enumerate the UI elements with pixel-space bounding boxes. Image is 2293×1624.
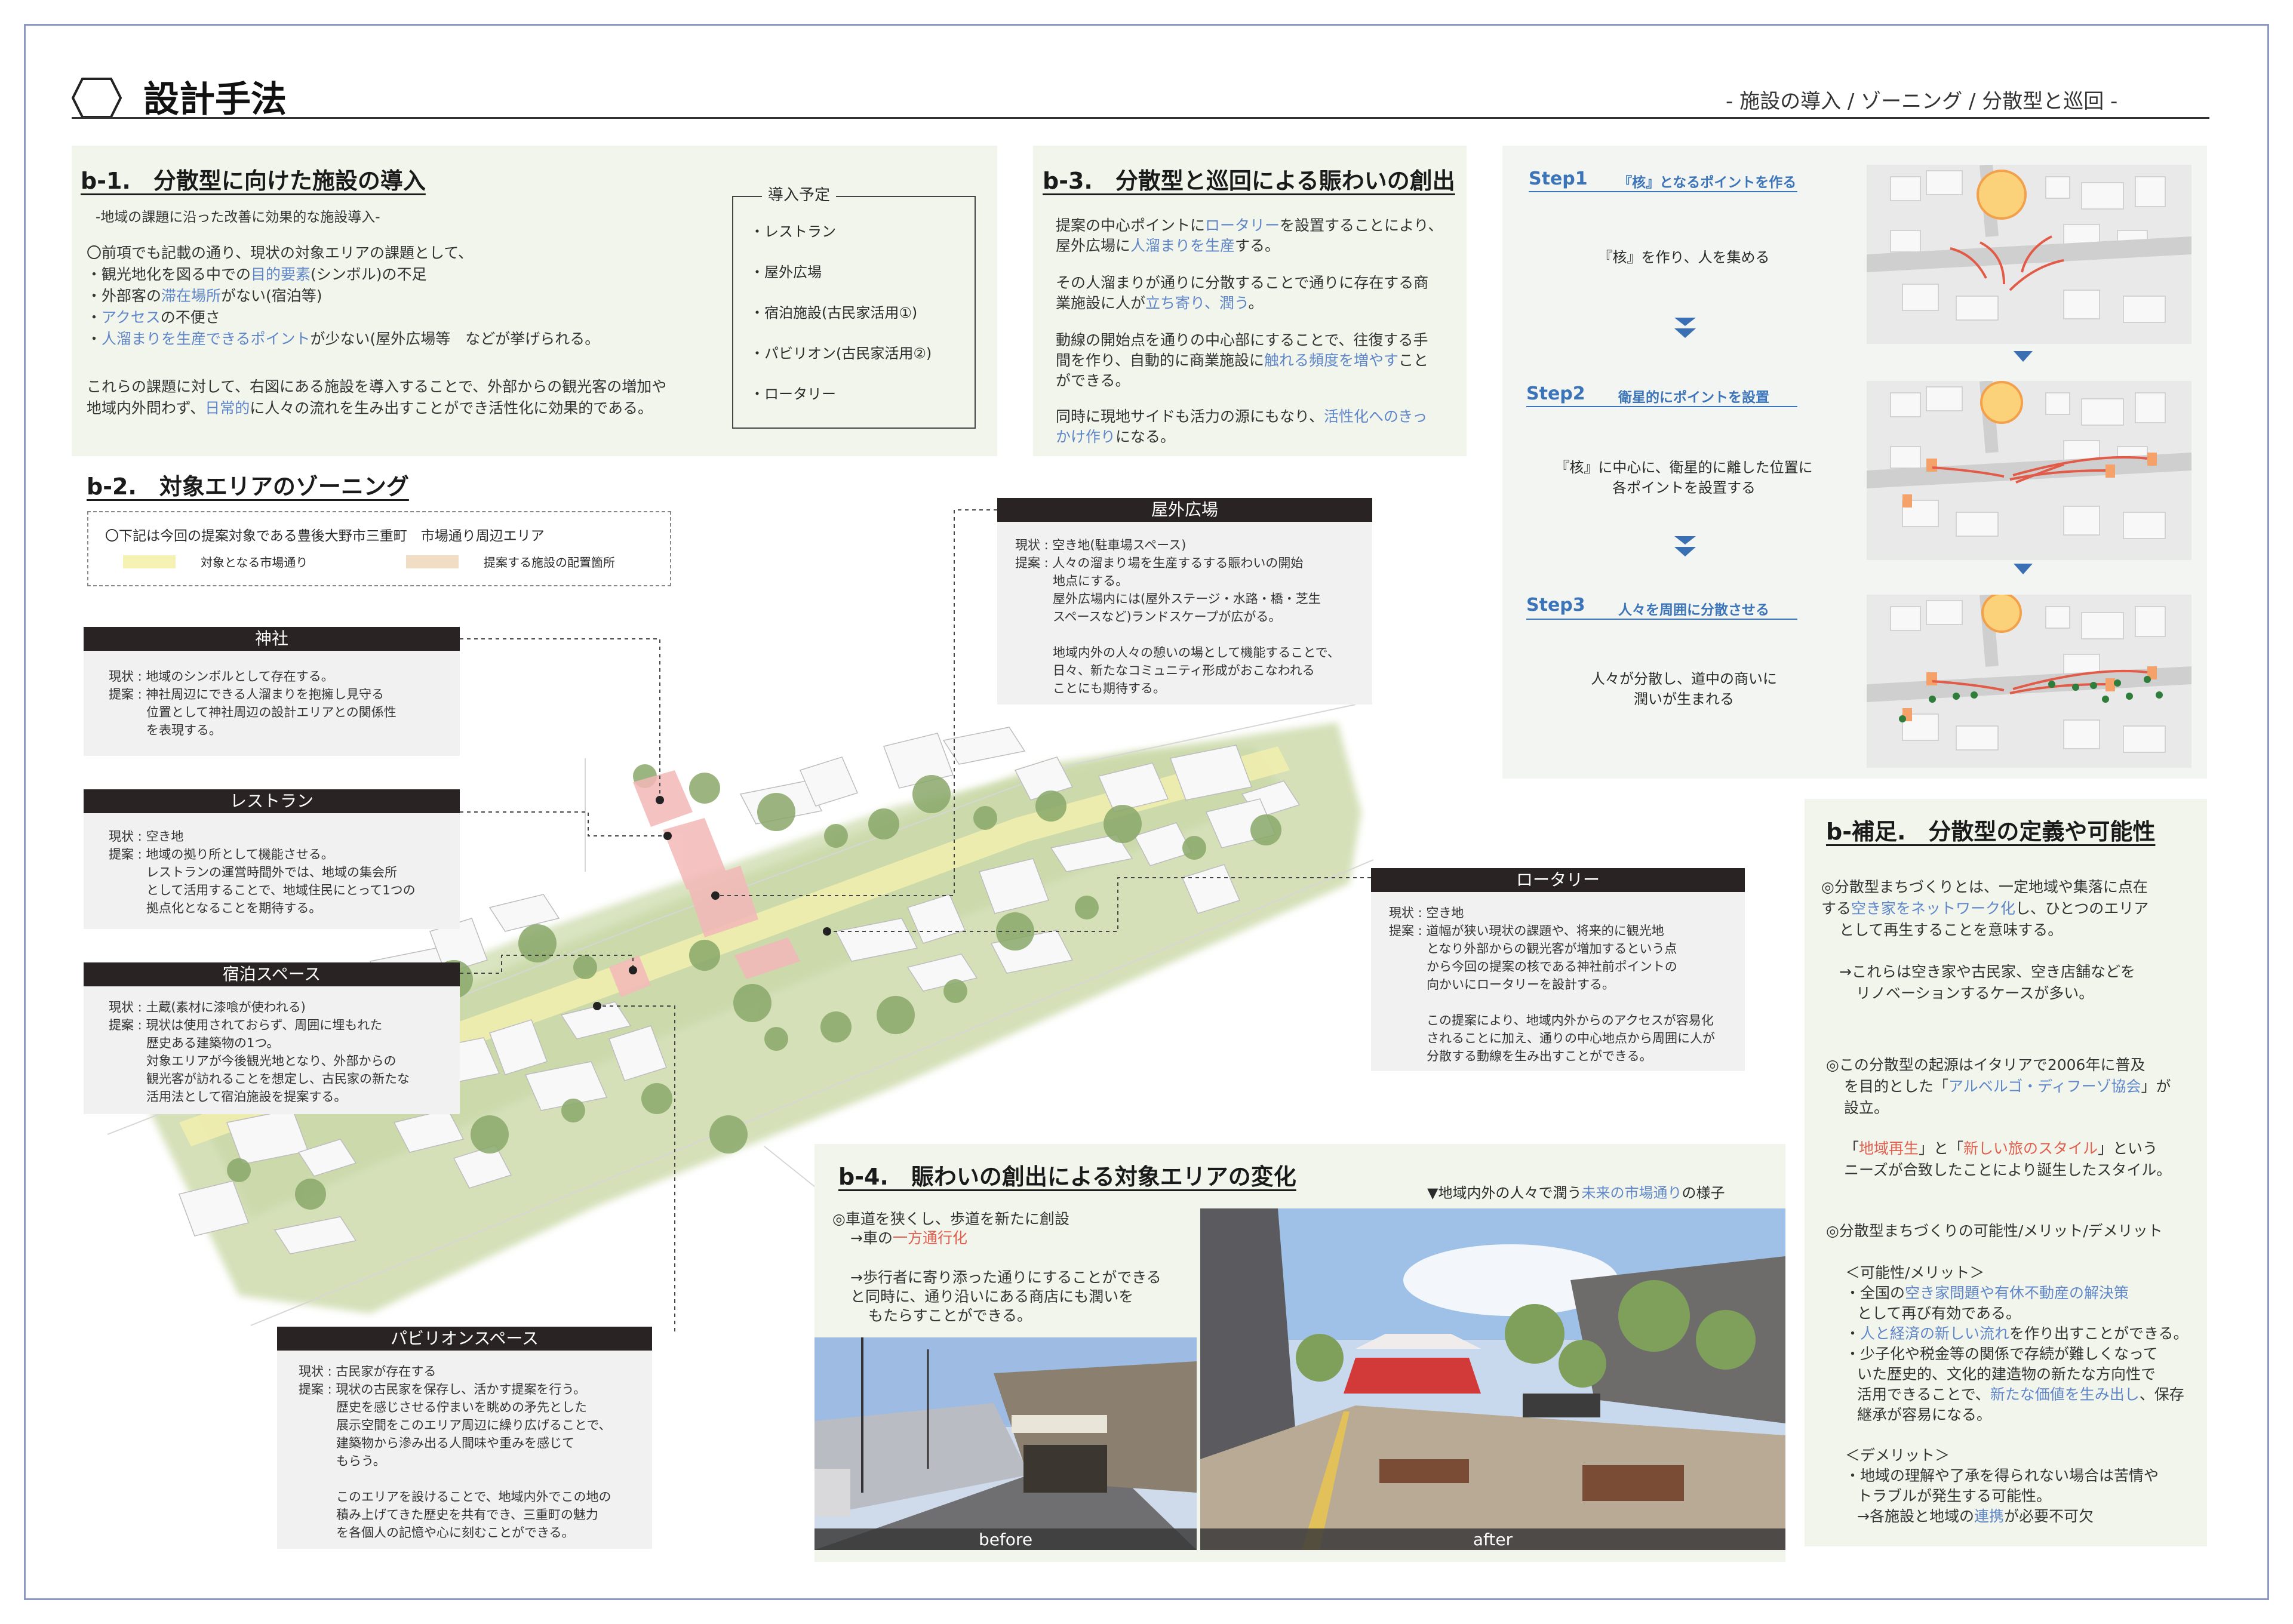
bsup-line10: ニーズが合致したことにより誕生したスタイル。 [1844,1161,2172,1179]
bsup-line1: ◎分散型まちづくりとは、一定地域や集落に点在 [1821,878,2148,896]
bsup-line13: ・全国の空き家問題や有休不動産の解決策 [1845,1284,2129,1302]
b4-line5: もたらすことができる。 [868,1307,1032,1324]
bsup-line18: 活用できることで、新たな価値を生み出し、保存 [1857,1386,2184,1403]
bsup-line23: →各施設と地域の連携が必要不可欠 [1857,1508,2094,1525]
bsup-line17: いた歴史的、文化的建造物の新たな方向性で [1857,1365,2156,1383]
step3-diagram [1867,595,2191,768]
bsup-line9: 「地域再生」と「新しい旅のスタイル」という [1844,1140,2158,1157]
bsup-line2: する空き家をネットワーク化し、ひとつのエリア [1821,900,2149,917]
chevron-down-icon [2014,564,2033,574]
after-label: after [1473,1530,1513,1549]
bsup-heading: b-補足. 分散型の定義や可能性 [1826,819,2156,845]
before-label: before [978,1530,1033,1549]
b4-line1: ◎車道を狭くし、歩道を新たに創設 [832,1210,1069,1228]
bsup-line16: ・少子化や税金等の関係で存続が難しくなって [1845,1345,2158,1362]
bsup-line15: ・人と経済の新しい流れを作り出すことができる。 [1845,1325,2189,1342]
b4-line4: と同時に、通り沿いにある商店にも潤いを [850,1288,1134,1305]
b4-line2: →車の一方通行化 [850,1229,967,1247]
bsup-line5: リノベーションするケースが多い。 [1856,985,2094,1002]
bsup-line8: 設立。 [1844,1099,1889,1116]
b4-heading: b-4. 賑わいの創出による対象エリアの変化 [838,1164,1296,1190]
chevron-down-icon [1674,536,1696,545]
bsup-line7: を目的とした「アルベルゴ・ディフーゾ協会」が [1844,1078,2171,1095]
bsup-line4: →これらは空き家や古民家、空き店舗などを [1839,963,2135,980]
chevron-down-icon [2014,351,2033,362]
bsup-line12: ＜可能性/メリット＞ [1845,1264,1985,1281]
bsup-line14: として再び有効である。 [1857,1305,2021,1322]
b4-line3: →歩行者に寄り添った通りにすることができる [850,1269,1161,1286]
bsup-line21: ・地域の理解や了承を得られない場合は苦情や [1845,1467,2159,1484]
bsup-line19: 継承が容易になる。 [1857,1406,1992,1423]
before-photo [814,1337,1197,1550]
bsup-line22: トラブルが発生する可能性。 [1857,1487,2052,1505]
after-photo [1200,1208,1785,1550]
bsup-line3: として再生することを意味する。 [1839,921,2063,939]
bsup-line6: ◎この分散型の起源はイタリアで2006年に普及 [1826,1056,2146,1074]
bsup-line11: ◎分散型まちづくりの可能性/メリット/デメリット [1826,1222,2163,1239]
chevron-down-icon [1674,318,1696,326]
chevron-down-icon [1674,547,1696,556]
step1-diagram [1867,165,2191,344]
chevron-down-icon [1674,328,1696,338]
b4-caption: ▼地域内外の人々で潤う未来の市場通りの様子 [1427,1185,1725,1201]
step2-diagram [1867,381,2191,560]
bsup-line20: ＜デメリット＞ [1845,1447,1950,1464]
